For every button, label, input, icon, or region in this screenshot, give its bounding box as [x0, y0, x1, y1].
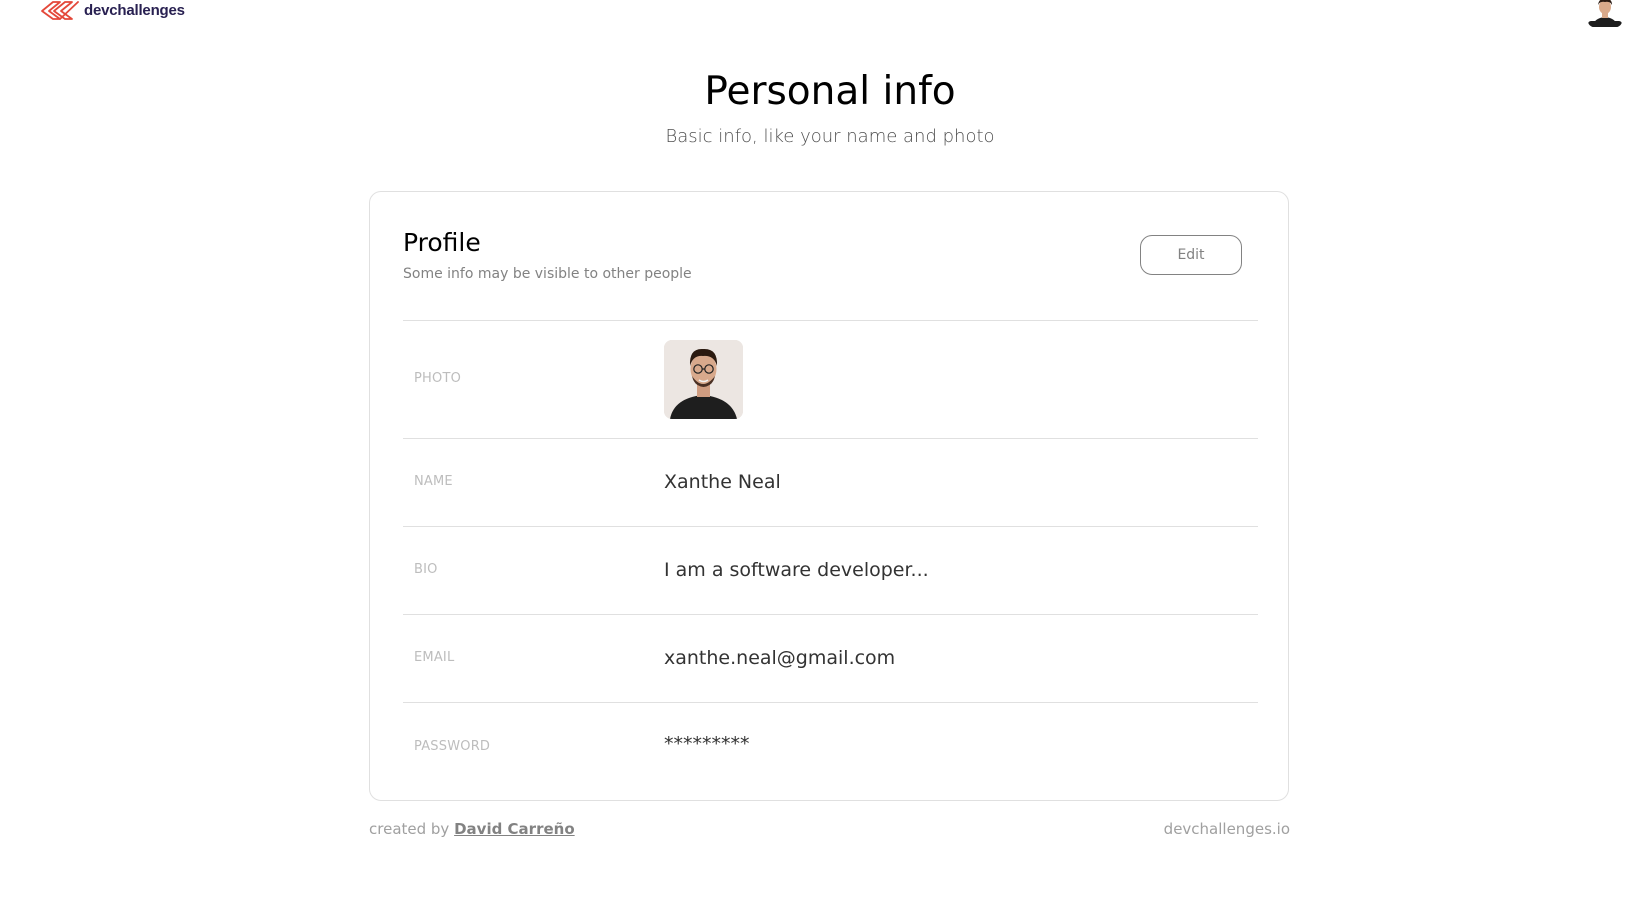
- email-value: xanthe.neal@gmail.com: [664, 647, 896, 669]
- profile-photo: [664, 340, 743, 419]
- profile-card-header: Profile Some info may be visible to othe…: [403, 226, 692, 283]
- top-bar: devchallenges: [0, 0, 1640, 40]
- profile-card: Profile Some info may be visible to othe…: [369, 191, 1289, 801]
- name-value: Xanthe Neal: [664, 471, 781, 493]
- profile-row-email: EMAIL xanthe.neal@gmail.com: [403, 614, 1258, 702]
- user-avatar-icon[interactable]: [1588, 0, 1622, 27]
- bio-label: BIO: [414, 562, 438, 577]
- name-label: NAME: [414, 474, 453, 489]
- devchallenges-logo[interactable]: devchallenges: [40, 0, 185, 20]
- profile-row-name: NAME Xanthe Neal: [403, 438, 1258, 526]
- photo-label: PHOTO: [414, 371, 462, 386]
- footer-created-by: created by: [369, 820, 450, 838]
- profile-subtitle: Some info may be visible to other people: [403, 266, 692, 282]
- password-label: PASSWORD: [414, 739, 491, 754]
- edit-button[interactable]: Edit: [1140, 235, 1242, 275]
- email-label: EMAIL: [414, 650, 455, 665]
- profile-title: Profile: [403, 228, 481, 257]
- page-title: Personal info: [704, 69, 956, 114]
- page-subtitle: Basic info, like your name and photo: [665, 126, 995, 147]
- devchallenges-logo-icon: [40, 0, 80, 20]
- footer-credit: created by David Carreño: [369, 820, 575, 838]
- footer-author-link[interactable]: David Carreño: [454, 820, 575, 838]
- bio-value: I am a software developer...: [664, 559, 929, 581]
- profile-row-photo: PHOTO: [403, 320, 1258, 438]
- profile-row-password: PASSWORD *********: [403, 702, 1258, 800]
- logo-text: devchallenges: [84, 1, 185, 19]
- footer-site: devchallenges.io: [1163, 820, 1290, 838]
- profile-row-bio: BIO I am a software developer...: [403, 526, 1258, 614]
- password-value: *********: [664, 733, 750, 755]
